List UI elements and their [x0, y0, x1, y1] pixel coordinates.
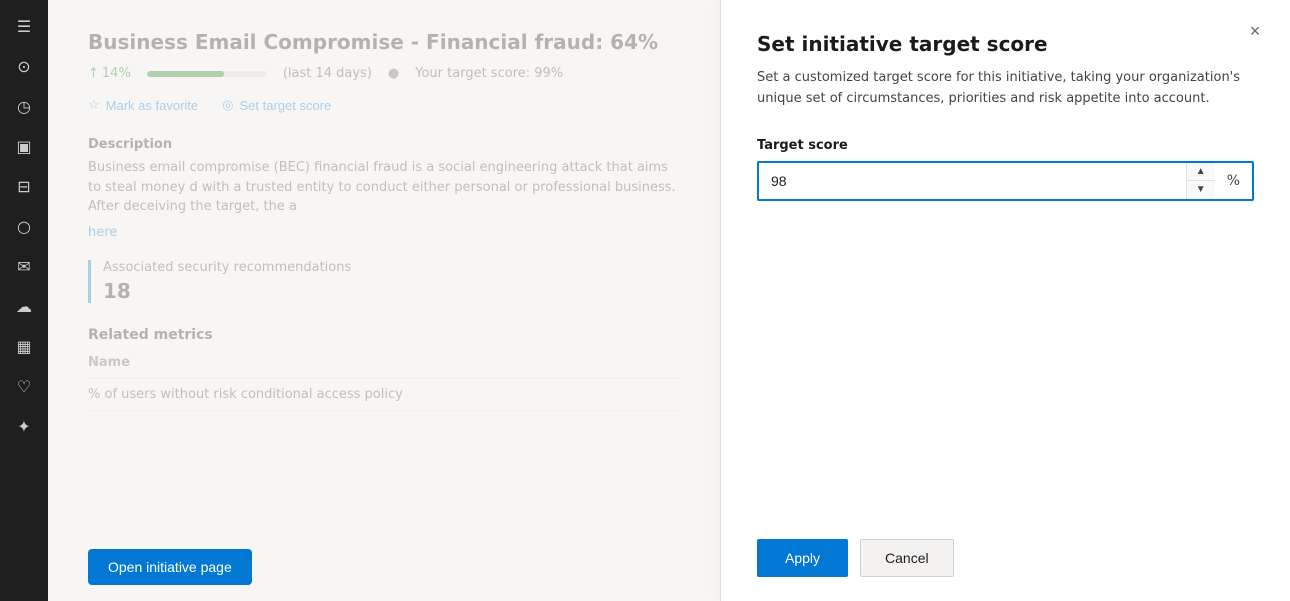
open-initiative-button[interactable]: Open initiative page — [88, 549, 252, 585]
user-icon[interactable]: ○ — [6, 208, 42, 244]
chart-icon[interactable]: ▦ — [6, 328, 42, 364]
target-score-input[interactable] — [759, 165, 1186, 197]
bottom-bar: Open initiative page — [48, 533, 720, 601]
close-button[interactable]: × — [1240, 16, 1270, 46]
hamburger-icon[interactable]: ☰ — [6, 8, 42, 44]
percent-label: % — [1215, 173, 1252, 189]
sidebar: ☰ ⊙ ◷ ▣ ⊟ ○ ✉ ☁ ▦ ♡ ✦ — [0, 0, 48, 601]
panel-title: Set initiative target score — [757, 32, 1254, 56]
puzzle-icon[interactable]: ✦ — [6, 408, 42, 444]
clock-icon[interactable]: ◷ — [6, 88, 42, 124]
heart-icon[interactable]: ♡ — [6, 368, 42, 404]
spinner-down-button[interactable]: ▼ — [1187, 181, 1215, 199]
spinner-controls: ▲ ▼ — [1186, 163, 1215, 199]
panel-footer: Apply Cancel — [757, 539, 1254, 577]
set-target-score-panel: × Set initiative target score Set a cust… — [720, 0, 1290, 601]
apply-button[interactable]: Apply — [757, 539, 848, 577]
field-label: Target score — [757, 138, 1254, 153]
panel-description: Set a customized target score for this i… — [757, 68, 1254, 110]
spinner-up-button[interactable]: ▲ — [1187, 163, 1215, 181]
main-content: Business Email Compromise - Financial fr… — [48, 0, 720, 601]
device-icon[interactable]: ▣ — [6, 128, 42, 164]
people-icon[interactable]: ⊙ — [6, 48, 42, 84]
cloud-icon[interactable]: ☁ — [6, 288, 42, 324]
target-score-input-group: ▲ ▼ % — [757, 161, 1254, 201]
mail-icon[interactable]: ✉ — [6, 248, 42, 284]
cancel-button[interactable]: Cancel — [860, 539, 954, 577]
layer-icon[interactable]: ⊟ — [6, 168, 42, 204]
overlay — [48, 0, 720, 601]
